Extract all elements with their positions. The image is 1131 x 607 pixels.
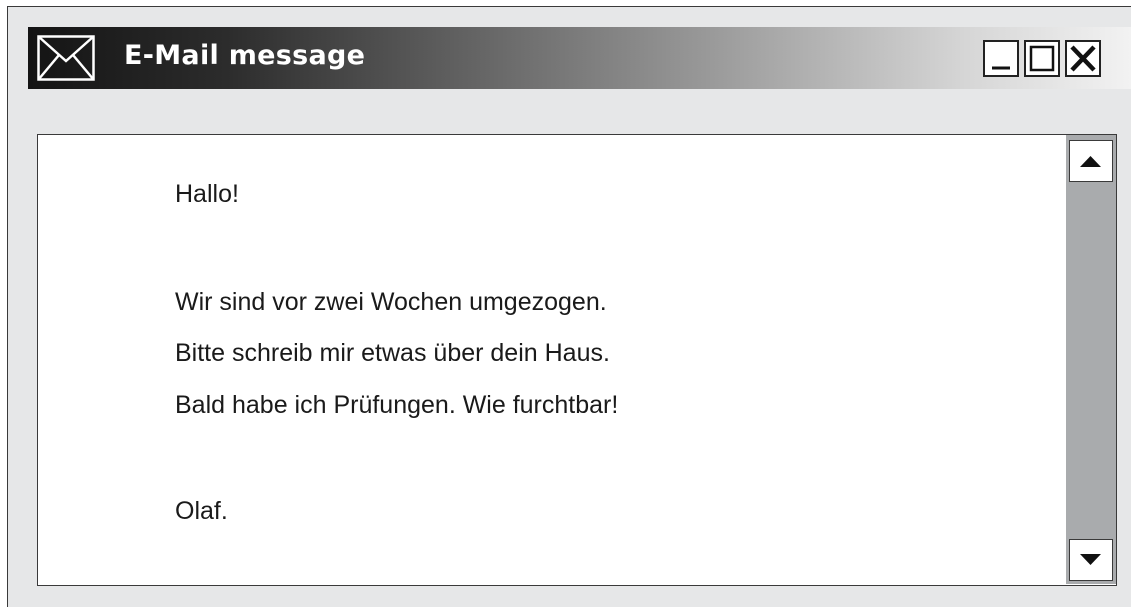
- message-signature: Olaf.: [175, 497, 228, 525]
- scroll-up-button[interactable]: [1069, 140, 1113, 182]
- scroll-down-arrow-icon: [1080, 554, 1101, 565]
- minimize-button[interactable]: [983, 40, 1019, 77]
- maximize-button[interactable]: [1024, 40, 1060, 77]
- message-greeting: Hallo!: [175, 180, 239, 208]
- message-line: Wir sind vor zwei Wochen umgezogen.: [175, 288, 607, 316]
- title-bar[interactable]: E-Mail message: [28, 27, 1131, 89]
- envelope-icon: [37, 35, 95, 81]
- message-line: Bitte schreib mir etwas über dein Haus.: [175, 339, 610, 367]
- vertical-scrollbar[interactable]: [1066, 135, 1116, 584]
- scroll-down-button[interactable]: [1069, 539, 1113, 581]
- message-line: Bald habe ich Prüfungen. Wie furchtbar!: [175, 391, 619, 419]
- message-body[interactable]: Hallo! Wir sind vor zwei Wochen umgezoge…: [37, 134, 1117, 586]
- scroll-up-arrow-icon: [1080, 156, 1101, 167]
- maximize-icon: [1029, 45, 1055, 72]
- minimize-icon: [992, 66, 1010, 70]
- email-window: E-Mail message Hallo! Wir sind vor zwei …: [7, 6, 1131, 607]
- window-title: E-Mail message: [124, 40, 366, 71]
- close-button[interactable]: [1065, 40, 1101, 77]
- close-icon: [1070, 45, 1096, 72]
